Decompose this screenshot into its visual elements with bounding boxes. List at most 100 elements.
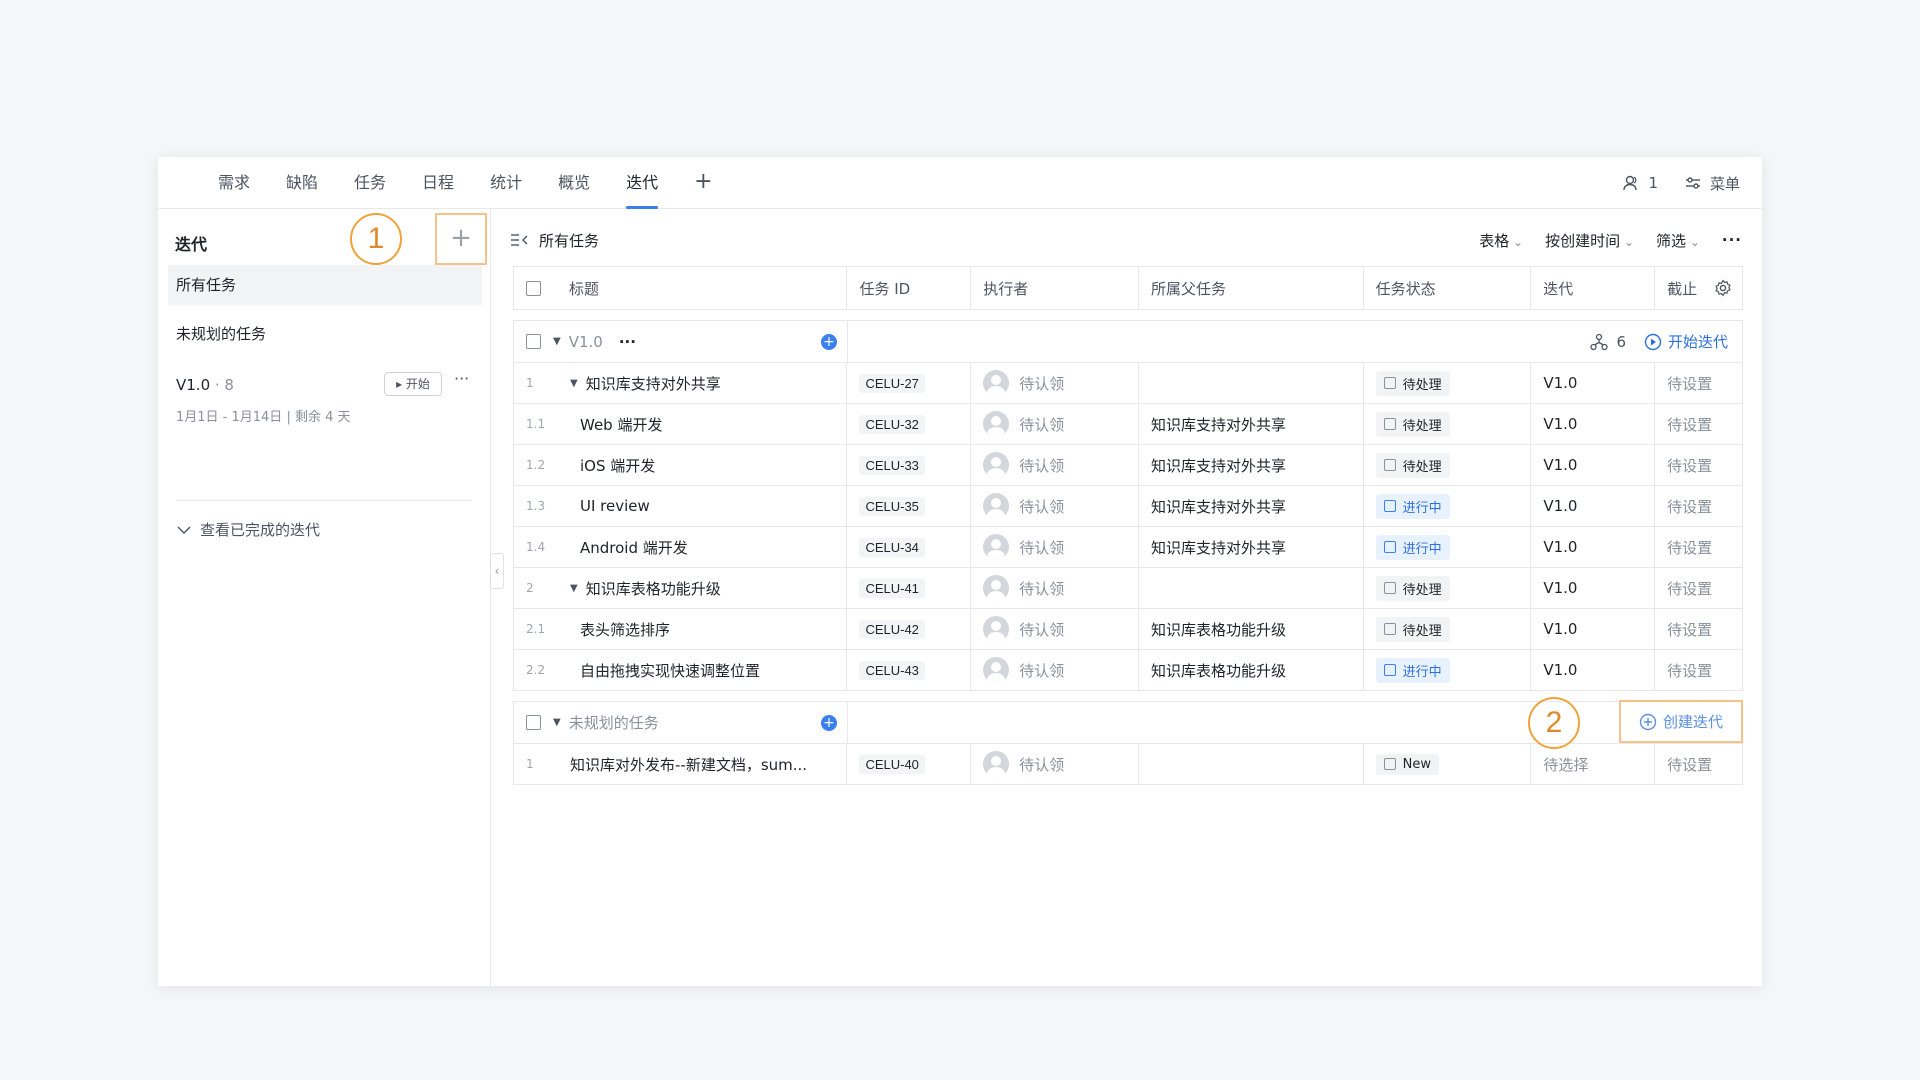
status-badge[interactable]: 待处理 [1375,411,1450,437]
cell-iteration[interactable]: V1.0 [1531,527,1656,567]
status-badge[interactable]: 待处理 [1375,575,1450,601]
group-unplanned-add-task-button[interactable]: + [821,714,837,731]
status-badge[interactable]: 待处理 [1375,452,1450,478]
group-v1-toggle[interactable]: ▼ [553,336,561,347]
cell-parent-task[interactable]: 知识库支持对外共享 [1139,404,1364,444]
members-button[interactable]: 1 [1622,174,1658,192]
header-parent-task[interactable]: 所属父任务 [1139,267,1364,309]
task-id[interactable]: CELU-42 [859,619,925,639]
group-v1-checkbox[interactable] [526,334,541,349]
task-title[interactable]: Android 端开发 [580,537,688,558]
cell-assignee[interactable]: 待认领 [971,650,1139,690]
expand-toggle[interactable]: ▼ [570,378,578,389]
group-unplanned-toggle[interactable]: ▼ [553,717,561,728]
status-badge[interactable]: 进行中 [1375,657,1450,683]
collapse-list-icon[interactable] [511,233,529,247]
cell-assignee[interactable]: 待认领 [971,363,1139,403]
cell-parent-task[interactable]: 知识库支持对外共享 [1139,486,1364,526]
status-badge[interactable]: 进行中 [1375,534,1450,560]
sort-dropdown[interactable]: 按创建时间 [1545,230,1634,251]
task-title[interactable]: 知识库对外发布--新建文档，sum... [570,754,807,775]
cell-parent-task[interactable]: 知识库支持对外共享 [1139,445,1364,485]
start-iteration-button[interactable]: 开始迭代 [1644,331,1728,352]
cell-iteration[interactable]: V1.0 [1531,404,1656,444]
cell-iteration[interactable]: 待选择 [1531,744,1656,784]
group-v1-add-task-button[interactable]: + [821,333,837,350]
cell-due[interactable]: 待设置 [1655,568,1742,608]
table-row[interactable]: 2.1 表头筛选排序 CELU-42 待认领 知识库表格功能升级 待处理 V1.0 待设置 [513,609,1743,650]
cell-due[interactable]: 待设置 [1655,445,1742,485]
cell-assignee[interactable]: 待认领 [971,445,1139,485]
task-id[interactable]: CELU-41 [859,578,925,598]
cell-assignee[interactable]: 待认领 [971,744,1139,784]
cell-due[interactable]: 待设置 [1655,650,1742,690]
task-id[interactable]: CELU-32 [859,414,925,434]
filter-dropdown[interactable]: 筛选 [1656,230,1700,251]
task-title[interactable]: Web 端开发 [580,414,662,435]
group-v1-more-button[interactable]: ··· [619,333,636,351]
cell-parent-task[interactable] [1139,363,1364,403]
tab-overview[interactable]: 概览 [558,157,590,209]
cell-parent-task[interactable] [1139,744,1364,784]
header-iteration[interactable]: 迭代 [1531,267,1656,309]
view-completed-iterations[interactable]: 查看已完成的迭代 [176,519,320,540]
cell-iteration[interactable]: V1.0 [1531,363,1656,403]
create-iteration-button[interactable]: 创建迭代 [1619,700,1743,743]
header-title-label[interactable]: 标题 [569,278,599,299]
task-id[interactable]: CELU-43 [859,660,925,680]
header-task-id[interactable]: 任务 ID [847,267,972,309]
header-status[interactable]: 任务状态 [1364,267,1532,309]
tab-iterations[interactable]: 迭代 [626,157,659,209]
cell-due[interactable]: 待设置 [1655,609,1742,649]
cell-iteration[interactable]: V1.0 [1531,445,1656,485]
group-unplanned-checkbox[interactable] [526,715,541,730]
task-id[interactable]: CELU-35 [859,496,925,516]
cell-due[interactable]: 待设置 [1655,486,1742,526]
cell-assignee[interactable]: 待认领 [971,568,1139,608]
tab-schedule[interactable]: 日程 [422,157,454,209]
table-row[interactable]: 1.1 Web 端开发 CELU-32 待认领 知识库支持对外共享 待处理 V1.0 待设置 [513,404,1743,445]
sidebar-item-sprint-v1[interactable]: V1.0 · 8 [176,376,234,394]
cell-assignee[interactable]: 待认领 [971,486,1139,526]
cell-iteration[interactable]: V1.0 [1531,486,1656,526]
status-badge[interactable]: New [1375,753,1439,775]
tab-defects[interactable]: 缺陷 [286,157,318,209]
tab-tasks[interactable]: 任务 [354,157,386,209]
table-row[interactable]: 2.2 自由拖拽实现快速调整位置 CELU-43 待认领 知识库表格功能升级 进行中 V1.… [513,650,1743,691]
header-assignee[interactable]: 执行者 [971,267,1139,309]
table-row[interactable]: 1.4 Android 端开发 CELU-34 待认领 知识库支持对外共享 进行中 V1.0… [513,527,1743,568]
task-title[interactable]: 自由拖拽实现快速调整位置 [580,660,760,681]
gear-icon[interactable] [1714,279,1732,297]
cell-iteration[interactable]: V1.0 [1531,568,1656,608]
cell-parent-task[interactable]: 知识库支持对外共享 [1139,527,1364,567]
cell-assignee[interactable]: 待认领 [971,404,1139,444]
add-tab-button[interactable]: + [694,157,712,209]
cell-assignee[interactable]: 待认领 [971,609,1139,649]
sprint-more-button[interactable]: ··· [454,369,469,388]
task-id[interactable]: CELU-40 [859,754,925,774]
cell-iteration[interactable]: V1.0 [1531,650,1656,690]
add-iteration-button[interactable]: + [435,213,487,265]
group-v1-members[interactable]: 6 [1590,333,1626,351]
sidebar-item-unplanned[interactable]: 未规划的任务 [168,314,482,354]
cell-parent-task[interactable] [1139,568,1364,608]
task-id[interactable]: CELU-33 [859,455,925,475]
sprint-start-button[interactable]: ▸ 开始 [384,372,442,396]
cell-parent-task[interactable]: 知识库表格功能升级 [1139,609,1364,649]
table-row[interactable]: 1 ▼ 知识库支持对外共享 CELU-27 待认领 待处理 V1.0 待设置 [513,363,1743,404]
tab-requirements[interactable]: 需求 [218,157,250,209]
cell-parent-task[interactable]: 知识库表格功能升级 [1139,650,1364,690]
sidebar-item-all-tasks[interactable]: 所有任务 [168,265,482,305]
task-id[interactable]: CELU-27 [859,373,925,393]
table-row[interactable]: 1 知识库对外发布--新建文档，sum... CELU-40 待认领 New 待选择 待设置 [513,744,1743,785]
select-all-checkbox[interactable] [526,280,541,296]
menu-button[interactable]: 菜单 [1684,173,1740,194]
table-row[interactable]: 1.2 iOS 端开发 CELU-33 待认领 知识库支持对外共享 待处理 V1.0 待设置 [513,445,1743,486]
cell-due[interactable]: 待设置 [1655,404,1742,444]
table-row[interactable]: 2 ▼ 知识库表格功能升级 CELU-41 待认领 待处理 V1.0 待设置 [513,568,1743,609]
tab-statistics[interactable]: 统计 [490,157,522,209]
more-options-button[interactable]: ··· [1722,231,1742,249]
task-title[interactable]: iOS 端开发 [580,455,655,476]
task-id[interactable]: CELU-34 [859,537,925,557]
cell-due[interactable]: 待设置 [1655,363,1742,403]
